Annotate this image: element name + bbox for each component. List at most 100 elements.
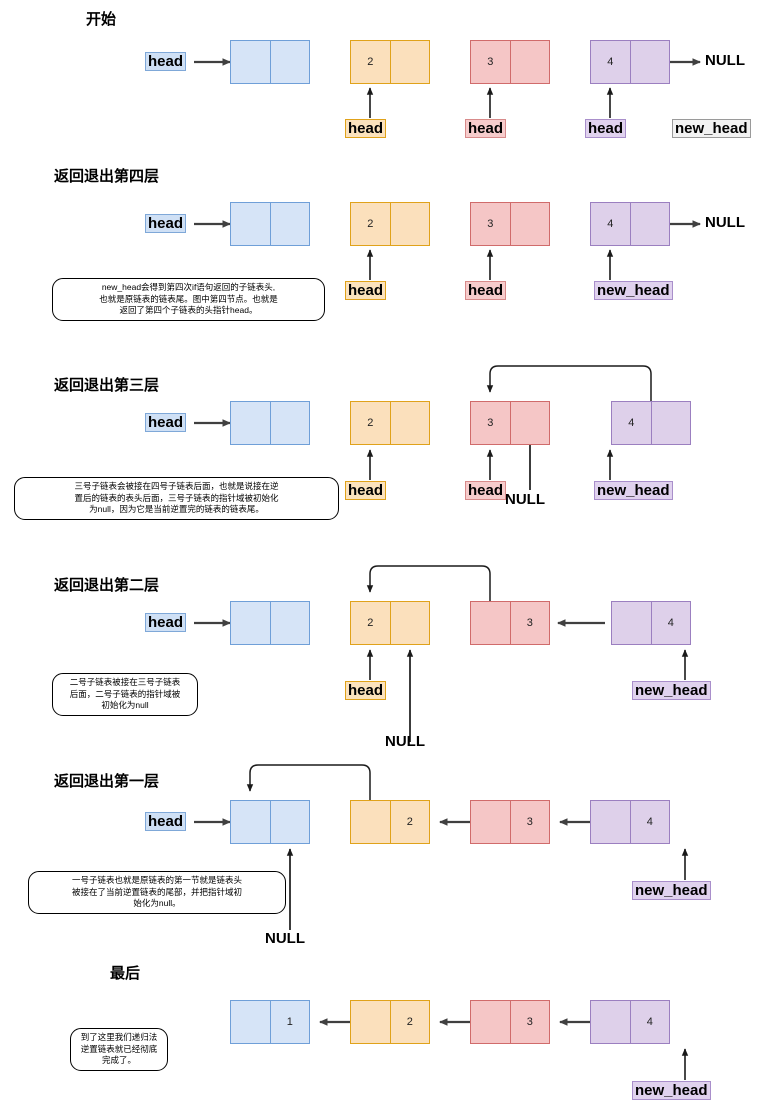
node-pointer-cell (650, 402, 691, 444)
node-pointer-cell (231, 1001, 270, 1043)
node-purple-level1: 4 (590, 800, 670, 844)
node-value-cell: 2 (389, 1001, 430, 1043)
node-red-start: 3 (470, 40, 550, 84)
pointer-label-head: head (345, 681, 387, 700)
pointer-label-head: head (585, 119, 627, 138)
node-purple-start: 4 (590, 40, 670, 84)
pointer-label-new-head: new_head (594, 481, 673, 500)
node-pointer-cell (509, 41, 550, 83)
null-terminator: NULL (705, 52, 745, 69)
callout-level4: new_head会得到第四次if语句返回的子链表头, 也就是原链表的链表尾。图中第… (52, 278, 325, 321)
node-value-cell: 3 (487, 56, 494, 68)
node-value-cell (231, 402, 270, 444)
section-title-level2: 返回退出第二层 (54, 577, 160, 594)
node-value-cell: 4 (629, 801, 670, 843)
node-purple-level4: 4 (590, 202, 670, 246)
pointer-label-head: head (345, 119, 387, 138)
pointer-label-head: head (145, 214, 187, 233)
node-value-cell: 3 (509, 1001, 550, 1043)
node-red-level3: 3 (470, 401, 550, 445)
node-value-cell: 2 (367, 218, 374, 230)
pointer-label-new-head: new_head (632, 681, 711, 700)
node-pointer-cell (629, 41, 670, 83)
node-pointer-cell (351, 801, 390, 843)
node-pointer-cell (269, 41, 310, 83)
node-pointer-cell (591, 1001, 630, 1043)
node-pointer-cell (471, 801, 510, 843)
node-value-cell (231, 41, 270, 83)
diagram-canvas: 开始 2 3 4 head head head head new_head NU… (0, 0, 781, 1104)
node-pointer-cell (389, 402, 430, 444)
node-pointer-cell (509, 402, 550, 444)
null-marker-level2: NULL (385, 733, 425, 750)
node-value-cell: 4 (607, 56, 614, 68)
node-blue-level4 (230, 202, 310, 246)
pointer-label-head: head (145, 812, 187, 831)
node-blue-level1 (230, 800, 310, 844)
node-value-cell: 4 (628, 417, 635, 429)
node-value-cell: 1 (269, 1001, 310, 1043)
section-title-final: 最后 (110, 965, 141, 982)
node-pointer-cell (269, 402, 310, 444)
node-value-cell (231, 203, 270, 245)
node-value-cell (231, 602, 270, 644)
section-title-level1: 返回退出第一层 (54, 773, 160, 790)
node-value-cell: 2 (367, 617, 374, 629)
pointer-label-head: head (345, 281, 387, 300)
null-marker-level1: NULL (265, 930, 305, 947)
node-value-cell: 4 (607, 218, 614, 230)
node-value-cell: 4 (650, 602, 691, 644)
row-level2-arrows (194, 565, 689, 742)
node-pointer-cell (389, 602, 430, 644)
node-blue-final: 1 (230, 1000, 310, 1044)
node-pointer-cell (509, 203, 550, 245)
node-purple-level3: 4 (611, 401, 691, 445)
node-value-cell: 4 (629, 1001, 670, 1043)
pointer-label-new-head: new_head (632, 1081, 711, 1100)
pointer-label-head: head (465, 481, 507, 500)
node-red-final: 3 (470, 1000, 550, 1044)
node-pointer-cell (629, 203, 670, 245)
node-red-level1: 3 (470, 800, 550, 844)
node-purple-final: 4 (590, 1000, 670, 1044)
node-value-cell: 3 (487, 218, 494, 230)
node-pointer-cell (389, 203, 430, 245)
pointer-label-head: head (465, 119, 507, 138)
node-pointer-cell (591, 801, 630, 843)
node-pointer-cell (269, 602, 310, 644)
node-red-level2: 3 (470, 601, 550, 645)
section-title-level3: 返回退出第三层 (54, 377, 160, 394)
node-orange-level3: 2 (350, 401, 430, 445)
pointer-label-head: head (465, 281, 507, 300)
node-blue-start (230, 40, 310, 84)
null-marker-level3: NULL (505, 491, 545, 508)
node-value-cell: 2 (389, 801, 430, 843)
node-pointer-cell (612, 602, 651, 644)
pointer-label-new-head: new_head (672, 119, 751, 138)
node-red-level4: 3 (470, 202, 550, 246)
callout-level2: 二号子链表被接在三号子链表 后面，二号子链表的指针域被 初始化为null (52, 673, 198, 716)
pointer-label-head: head (145, 613, 187, 632)
node-orange-level1: 2 (350, 800, 430, 844)
node-pointer-cell (351, 1001, 390, 1043)
node-value-cell: 2 (367, 417, 374, 429)
callout-level1: 一号子链表也就是原链表的第一节就是链表头 被接在了当前逆置链表的尾部，并把指针域初… (28, 871, 286, 914)
pointer-label-new-head: new_head (594, 281, 673, 300)
node-orange-level2: 2 (350, 601, 430, 645)
node-pointer-cell (471, 1001, 510, 1043)
node-purple-level2: 4 (611, 601, 691, 645)
node-value-cell: 2 (367, 56, 374, 68)
pointer-label-head: head (145, 52, 187, 71)
node-blue-level3 (230, 401, 310, 445)
node-orange-level4: 2 (350, 202, 430, 246)
callout-level3: 三号子链表会被接在四号子链表后面，也就是说接在逆 置后的链表的表头后面，三号子链表… (14, 477, 339, 520)
node-pointer-cell (231, 801, 270, 843)
node-pointer-cell (269, 203, 310, 245)
node-value-cell: 3 (509, 801, 550, 843)
pointer-label-head: head (145, 413, 187, 432)
section-title-level4: 返回退出第四层 (54, 168, 160, 185)
node-blue-level2 (230, 601, 310, 645)
node-orange-start: 2 (350, 40, 430, 84)
null-terminator: NULL (705, 214, 745, 231)
node-value-cell: 3 (487, 417, 494, 429)
